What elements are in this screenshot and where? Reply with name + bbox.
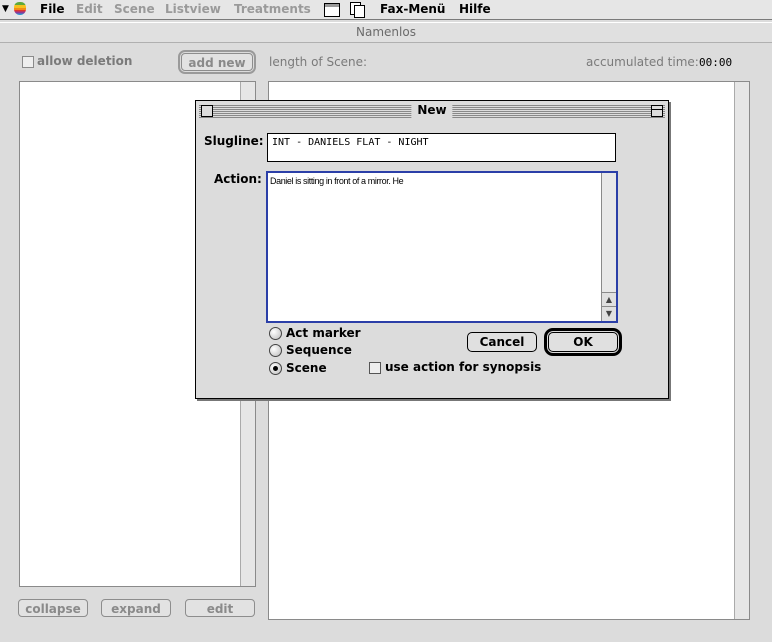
action-label: Action: <box>214 172 262 186</box>
use-action-label: use action for synopsis <box>385 360 542 374</box>
edit-button[interactable]: edit <box>185 599 255 617</box>
add-new-button[interactable]: add new <box>178 50 256 74</box>
action-scrollbar[interactable]: ▲ ▼ <box>601 173 616 321</box>
accumulated-time-label: accumulated time: <box>586 55 699 69</box>
detail-scrollbar[interactable] <box>734 82 749 619</box>
new-scene-dialog: New Slugline: INT - DANIELS FLAT - NIGHT… <box>195 100 669 399</box>
collapse-box-icon[interactable] <box>651 105 663 117</box>
window-title: Namenlos <box>0 23 772 43</box>
allow-deletion-label: allow deletion <box>37 54 133 68</box>
expand-button[interactable]: expand <box>101 599 171 617</box>
length-of-scene-label: length of Scene: <box>269 55 368 69</box>
menu-bar: ▼ File Edit Scene Listview Treatments Fa… <box>0 0 772 20</box>
scene-label: Scene <box>286 361 327 375</box>
slugline-input[interactable]: INT - DANIELS FLAT - NIGHT <box>267 133 616 162</box>
use-action-checkbox[interactable] <box>369 362 381 374</box>
menu-fax[interactable]: Fax-Menü <box>380 2 445 16</box>
menu-hilfe[interactable]: Hilfe <box>459 2 491 16</box>
apple-menu-icon[interactable]: ▼ <box>2 2 28 16</box>
scroll-down-arrow-icon[interactable]: ▼ <box>602 306 616 321</box>
cancel-button[interactable]: Cancel <box>467 332 537 352</box>
collapse-button[interactable]: collapse <box>18 599 88 617</box>
dialog-title: New <box>411 103 453 118</box>
menu-listview[interactable]: Listview <box>165 2 221 16</box>
act-marker-label: Act marker <box>286 326 361 340</box>
scroll-up-arrow-icon[interactable]: ▲ <box>602 292 616 307</box>
radio-scene[interactable] <box>269 362 282 375</box>
radio-sequence[interactable] <box>269 344 282 357</box>
sequence-label: Sequence <box>286 343 352 357</box>
radio-act-marker[interactable] <box>269 327 282 340</box>
window-menu-icon[interactable] <box>324 3 340 17</box>
dialog-titlebar[interactable]: New <box>199 103 665 118</box>
action-text: Daniel is sitting in front of a mirror. … <box>270 176 404 186</box>
menu-treatments[interactable]: Treatments <box>234 2 311 16</box>
slugline-label: Slugline: <box>204 134 264 148</box>
accumulated-time-value: 00:00 <box>699 56 733 69</box>
action-textarea[interactable]: Daniel is sitting in front of a mirror. … <box>266 171 618 323</box>
menu-scene[interactable]: Scene <box>114 2 155 16</box>
close-box-icon[interactable] <box>201 105 213 117</box>
menu-file[interactable]: File <box>40 2 65 16</box>
menu-edit[interactable]: Edit <box>76 2 103 16</box>
ok-button[interactable]: OK <box>544 328 622 356</box>
documents-menu-icon[interactable] <box>350 2 365 18</box>
allow-deletion-checkbox[interactable] <box>22 56 34 68</box>
